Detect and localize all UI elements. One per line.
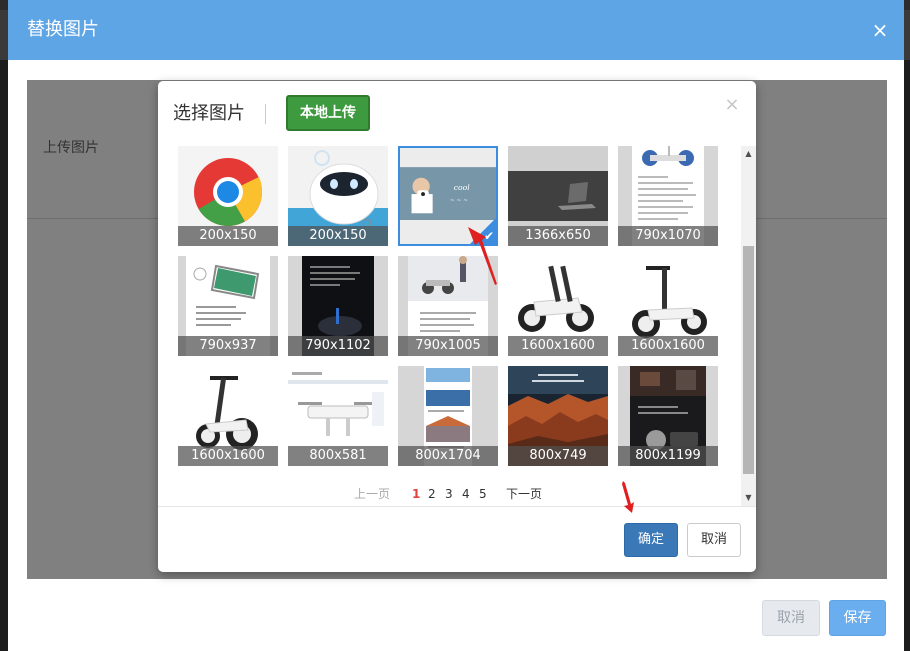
page-link-2[interactable]: 2 [428, 485, 436, 503]
page-link-5[interactable]: 5 [479, 485, 487, 503]
dialog-title: 替换图片 [27, 19, 99, 40]
image-size-label: 1600x1600 [178, 446, 278, 466]
title-separator [265, 104, 266, 124]
image-thumb[interactable]: 800x1199 [618, 366, 718, 466]
upload-image-label: 上传图片 [43, 140, 99, 156]
image-size-label: 1600x1600 [618, 336, 718, 356]
red-arrow-icon [468, 227, 497, 285]
image-size-label: 790x1070 [618, 226, 718, 246]
image-size-label: 1366x650 [508, 226, 608, 246]
scroll-down-arrow-icon[interactable]: ▼ [741, 492, 756, 504]
image-thumb[interactable]: 1600x1600 [508, 256, 608, 356]
svg-text:cool: cool [454, 183, 471, 192]
red-arrow-icon [622, 481, 634, 513]
image-thumb[interactable]: 200x150 [288, 146, 388, 246]
modal-title: 选择图片 [173, 103, 245, 124]
modal-cancel-button[interactable]: 取消 [687, 523, 741, 557]
next-page-link[interactable]: 下一页 [506, 485, 542, 503]
image-thumb[interactable]: 790x937 [178, 256, 278, 356]
modal-footer-divider [158, 506, 756, 507]
image-grid: 200x150 200x150 cool ~ ~ ~ ✔ 1366x650 79… [158, 146, 756, 506]
image-thumb[interactable]: 1600x1600 [178, 366, 278, 466]
image-size-label: 200x150 [178, 226, 278, 246]
image-thumb[interactable]: 800x1704 [398, 366, 498, 466]
image-size-label: 1600x1600 [508, 336, 608, 356]
image-thumb[interactable]: 800x749 [508, 366, 608, 466]
image-thumb[interactable]: 800x581 [288, 366, 388, 466]
svg-text:~ ~ ~: ~ ~ ~ [450, 198, 468, 204]
background-right-edge [904, 60, 910, 651]
image-thumb[interactable]: 1366x650 [508, 146, 608, 246]
image-size-label: 790x937 [178, 336, 278, 356]
dialog-cancel-button[interactable]: 取消 [762, 600, 820, 636]
dialog-save-button[interactable]: 保存 [829, 600, 886, 636]
image-size-label: 800x581 [288, 446, 388, 466]
dialog-header: 替换图片 × [8, 0, 904, 60]
image-thumb[interactable]: 790x1070 [618, 146, 718, 246]
image-size-label: 800x749 [508, 446, 608, 466]
page-link-3[interactable]: 3 [445, 485, 453, 503]
image-size-label: 200x150 [288, 226, 388, 246]
image-size-label: 800x1199 [618, 446, 718, 466]
image-size-label: 790x1005 [398, 336, 498, 356]
local-upload-button[interactable]: 本地上传 [286, 95, 370, 131]
image-grid-scrollbar[interactable]: ▲ ▼ [741, 146, 756, 506]
confirm-button[interactable]: 确定 [624, 523, 678, 557]
image-size-label: 790x1102 [288, 336, 388, 356]
scrollbar-thumb[interactable] [743, 246, 754, 474]
select-image-modal: 选择图片 本地上传 × 200x150 200x150 cool ~ ~ ~ ✔… [158, 81, 756, 572]
image-thumb[interactable]: 790x1102 [288, 256, 388, 356]
background-left-edge [0, 60, 8, 651]
prev-page-link[interactable]: 上一页 [354, 485, 390, 503]
modal-close-icon[interactable]: × [724, 95, 740, 115]
dialog-close-icon[interactable]: × [870, 18, 890, 42]
page-link-4[interactable]: 4 [462, 485, 470, 503]
image-thumb[interactable]: 1600x1600 [618, 256, 718, 356]
image-thumb[interactable]: 200x150 [178, 146, 278, 246]
scroll-up-arrow-icon[interactable]: ▲ [741, 148, 756, 160]
page-link-1[interactable]: 1 [412, 485, 420, 503]
image-size-label: 800x1704 [398, 446, 498, 466]
